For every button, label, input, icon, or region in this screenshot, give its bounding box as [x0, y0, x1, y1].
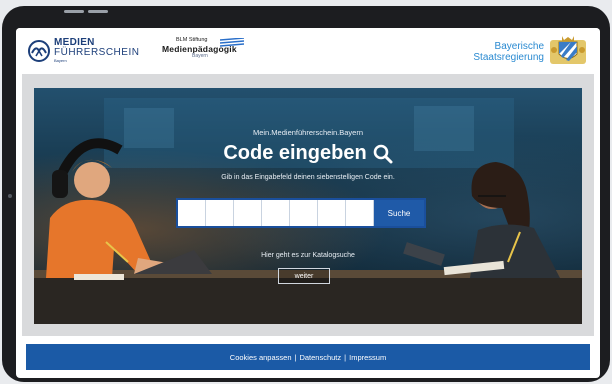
hero-banner: Mein.Medienführerschein.Bayern Code eing…	[34, 88, 582, 324]
blm-line3: Bayern	[192, 53, 208, 59]
blm-stripes-icon	[220, 38, 244, 47]
logo-text-bayern: Bayern	[54, 58, 67, 63]
code-digit-input[interactable]	[262, 200, 290, 226]
code-digit-input[interactable]	[290, 200, 318, 226]
cookies-link[interactable]: Cookies anpassen	[230, 353, 292, 362]
code-digit-input[interactable]	[206, 200, 234, 226]
code-digit-input[interactable]	[234, 200, 262, 226]
footer-separator: |	[294, 352, 297, 362]
footer-separator: |	[344, 352, 347, 362]
code-digit-input[interactable]	[178, 200, 206, 226]
bavarian-coat-of-arms-icon	[550, 36, 586, 64]
footer-bar: Cookies anpassen | Datenschutz | Impress…	[26, 344, 590, 370]
tablet-button	[64, 10, 84, 13]
header: MEDIEN FÜHRERSCHEIN Bayern BLM Stiftung …	[16, 28, 600, 74]
staatsregierung-logo-text[interactable]: Bayerische Staatsregierung	[473, 41, 544, 63]
tablet-button	[88, 10, 108, 13]
tablet-camera	[8, 194, 12, 198]
tablet-frame: MEDIEN FÜHRERSCHEIN Bayern BLM Stiftung …	[2, 6, 610, 382]
gov-line2: Staatsregierung	[473, 51, 544, 63]
medienfuehrerschein-logo-icon	[28, 39, 50, 62]
search-icon	[373, 144, 393, 163]
screen: MEDIEN FÜHRERSCHEIN Bayern BLM Stiftung …	[16, 28, 600, 378]
page-title: Code eingeben	[34, 142, 582, 165]
instruction-text: Gib in das Eingabefeld deinen siebenstel…	[221, 174, 395, 181]
gov-line1: Bayerische	[494, 41, 544, 52]
code-digit-input[interactable]	[318, 200, 346, 226]
blm-stiftung-logo[interactable]: BLM Stiftung Medienpädagogik Bayern	[162, 37, 244, 59]
logo-text-fuehrerschein: FÜHRERSCHEIN	[54, 47, 140, 58]
imprint-link[interactable]: Impressum	[349, 353, 386, 362]
privacy-link[interactable]: Datenschutz	[299, 353, 341, 362]
site-name: Mein.Medienführerschein.Bayern	[252, 128, 364, 137]
code-digit-input[interactable]	[346, 200, 374, 226]
weiter-button[interactable]: weiter	[278, 268, 330, 284]
code-entry-form: Suche	[176, 198, 426, 228]
search-button[interactable]: Suche	[374, 200, 424, 226]
catalog-search-text: Hier geht es zur Katalogsuche	[261, 252, 355, 259]
page-title-text: Code eingeben	[223, 142, 367, 164]
medienfuehrerschein-logo[interactable]: MEDIEN FÜHRERSCHEIN Bayern	[28, 38, 139, 63]
